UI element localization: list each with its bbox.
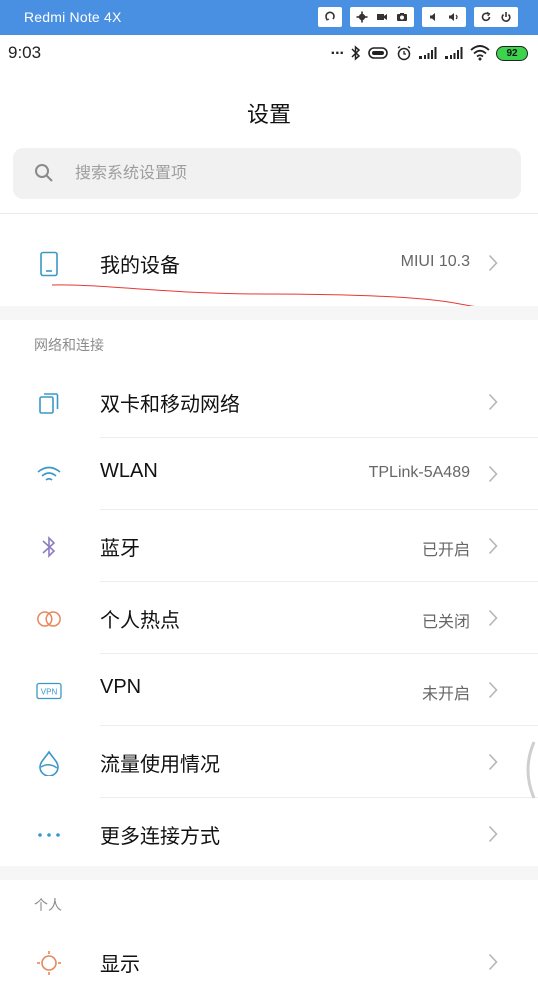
bluetooth-status-icon [350,45,362,61]
chevron-right-icon [488,681,498,704]
bluetooth-icon [36,534,62,560]
row-value: 已开启 [421,542,470,559]
wifi-status-icon [470,45,490,61]
chevron-right-icon [488,609,498,632]
volume-down-icon[interactable] [424,7,444,27]
refresh-icon[interactable] [476,7,496,27]
emulator-title: Redmi Note 4X [24,9,122,25]
power-icon[interactable] [496,7,516,27]
row-bluetooth[interactable]: 蓝牙 已开启 [0,510,538,582]
row-label: VPN [100,676,142,698]
settings-gear-icon[interactable] [352,7,372,27]
row-label: 蓝牙 [100,538,140,560]
chevron-right-icon [488,537,498,560]
row-value: 未开启 [421,686,470,703]
phone-device-icon [36,251,62,277]
row-label: WLAN [100,460,158,482]
row-label: 我的设备 [100,255,180,277]
page-title: 设置 [246,102,291,127]
section-header-network: 网络和连接 [0,320,538,365]
emulator-controls [318,7,526,27]
battery-icon: 92 [496,45,528,61]
video-record-icon[interactable] [372,7,392,27]
rotate-icon[interactable] [320,7,340,27]
row-label: 显示 [100,954,140,976]
row-data-usage[interactable]: 流量使用情况 [0,726,538,798]
row-more-connections[interactable]: 更多连接方式 [0,798,538,870]
section-header-personal: 个人 [0,880,538,925]
row-value: MIUI 10.3 [400,253,470,270]
search-bar[interactable] [13,148,521,199]
emulator-title-bar: Redmi Note 4X [0,0,538,35]
row-value: 已关闭 [421,614,470,631]
chevron-right-icon [488,753,498,776]
divider [0,213,538,214]
svg-text:VPN: VPN [41,688,58,697]
battery-level: 92 [496,45,528,61]
row-wlan[interactable]: WLAN TPLink-5A489 [0,438,538,510]
section-title: 网络和连接 [34,337,104,353]
signal-sim1-icon [418,46,438,60]
display-brightness-icon [36,950,62,976]
row-label: 双卡和移动网络 [100,394,240,416]
screenshot-camera-icon[interactable] [392,7,412,27]
section-gap [0,866,538,880]
chevron-right-icon [488,953,498,976]
row-label: 流量使用情况 [100,754,220,776]
sim-cards-icon [36,390,62,416]
wifi-icon [36,462,62,488]
row-value: TPLink-5A489 [368,464,470,481]
row-hotspot[interactable]: 个人热点 已关闭 [0,582,538,654]
alarm-icon [396,45,412,61]
more-connections-icon [36,822,62,848]
data-usage-icon [36,750,62,776]
status-icons: ... 92 [325,41,528,63]
chevron-right-icon [488,825,498,848]
row-vpn[interactable]: VPN VPN 未开启 [0,654,538,726]
row-dual-sim[interactable]: 双卡和移动网络 [0,366,538,438]
row-label: 个人热点 [100,610,180,632]
chevron-right-icon [488,393,498,416]
chevron-right-icon [488,254,498,277]
more-notifications-icon: ... [330,41,344,58]
row-display[interactable]: 显示 [0,926,538,998]
edge-scroll-handle[interactable] [520,740,538,800]
vpn-icon: VPN [36,678,62,704]
row-label: 更多连接方式 [100,826,220,848]
hotspot-icon [36,606,62,632]
cast-status-icon [368,46,390,60]
status-bar: 9:03 ... 92 [0,35,538,73]
section-gap [0,306,538,320]
chevron-right-icon [488,465,498,488]
signal-sim2-icon [444,46,464,60]
section-title: 个人 [34,897,62,913]
volume-up-icon[interactable] [444,7,464,27]
search-input[interactable] [75,162,455,186]
status-time: 9:03 [8,43,42,62]
search-icon [34,163,54,188]
